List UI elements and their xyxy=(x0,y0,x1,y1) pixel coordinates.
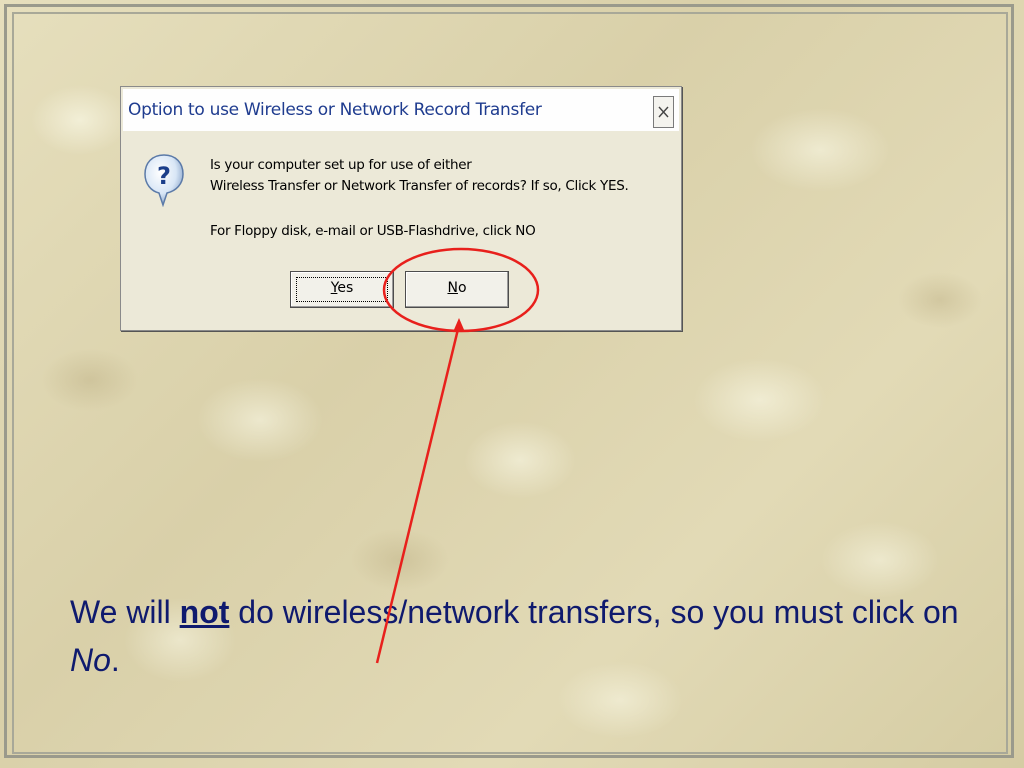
no-button[interactable]: No xyxy=(405,271,509,308)
no-label-rest: o xyxy=(457,280,467,296)
dialog-title: Option to use Wireless or Network Record… xyxy=(128,100,542,120)
dialog-titlebar[interactable]: Option to use Wireless or Network Record… xyxy=(123,89,679,131)
message-dialog: Option to use Wireless or Network Record… xyxy=(120,86,682,331)
caption-emphasis: not xyxy=(179,594,230,630)
question-icon: ? xyxy=(144,154,184,207)
no-button-label: No xyxy=(447,280,466,296)
caption-part-2: do wireless/network transfers, so you mu… xyxy=(229,594,959,630)
message-line-2: Wireless Transfer or Network Transfer of… xyxy=(210,178,629,194)
yes-label-rest: es xyxy=(337,280,354,296)
message-line-1: Is your computer set up for use of eithe… xyxy=(210,157,472,173)
close-icon xyxy=(658,106,669,118)
caption-part-1: We will xyxy=(70,594,180,630)
message-line-3: For Floppy disk, e-mail or USB-Flashdriv… xyxy=(210,223,536,239)
close-button[interactable] xyxy=(653,96,674,128)
caption-part-3: . xyxy=(110,642,120,678)
yes-button[interactable]: Yes xyxy=(290,271,394,308)
yes-button-label: Yes xyxy=(331,280,354,296)
svg-text:?: ? xyxy=(157,162,171,190)
caption-italic: No xyxy=(70,642,111,678)
slide-caption: We will not do wireless/network transfer… xyxy=(70,588,970,684)
no-mnemonic: N xyxy=(447,280,458,296)
